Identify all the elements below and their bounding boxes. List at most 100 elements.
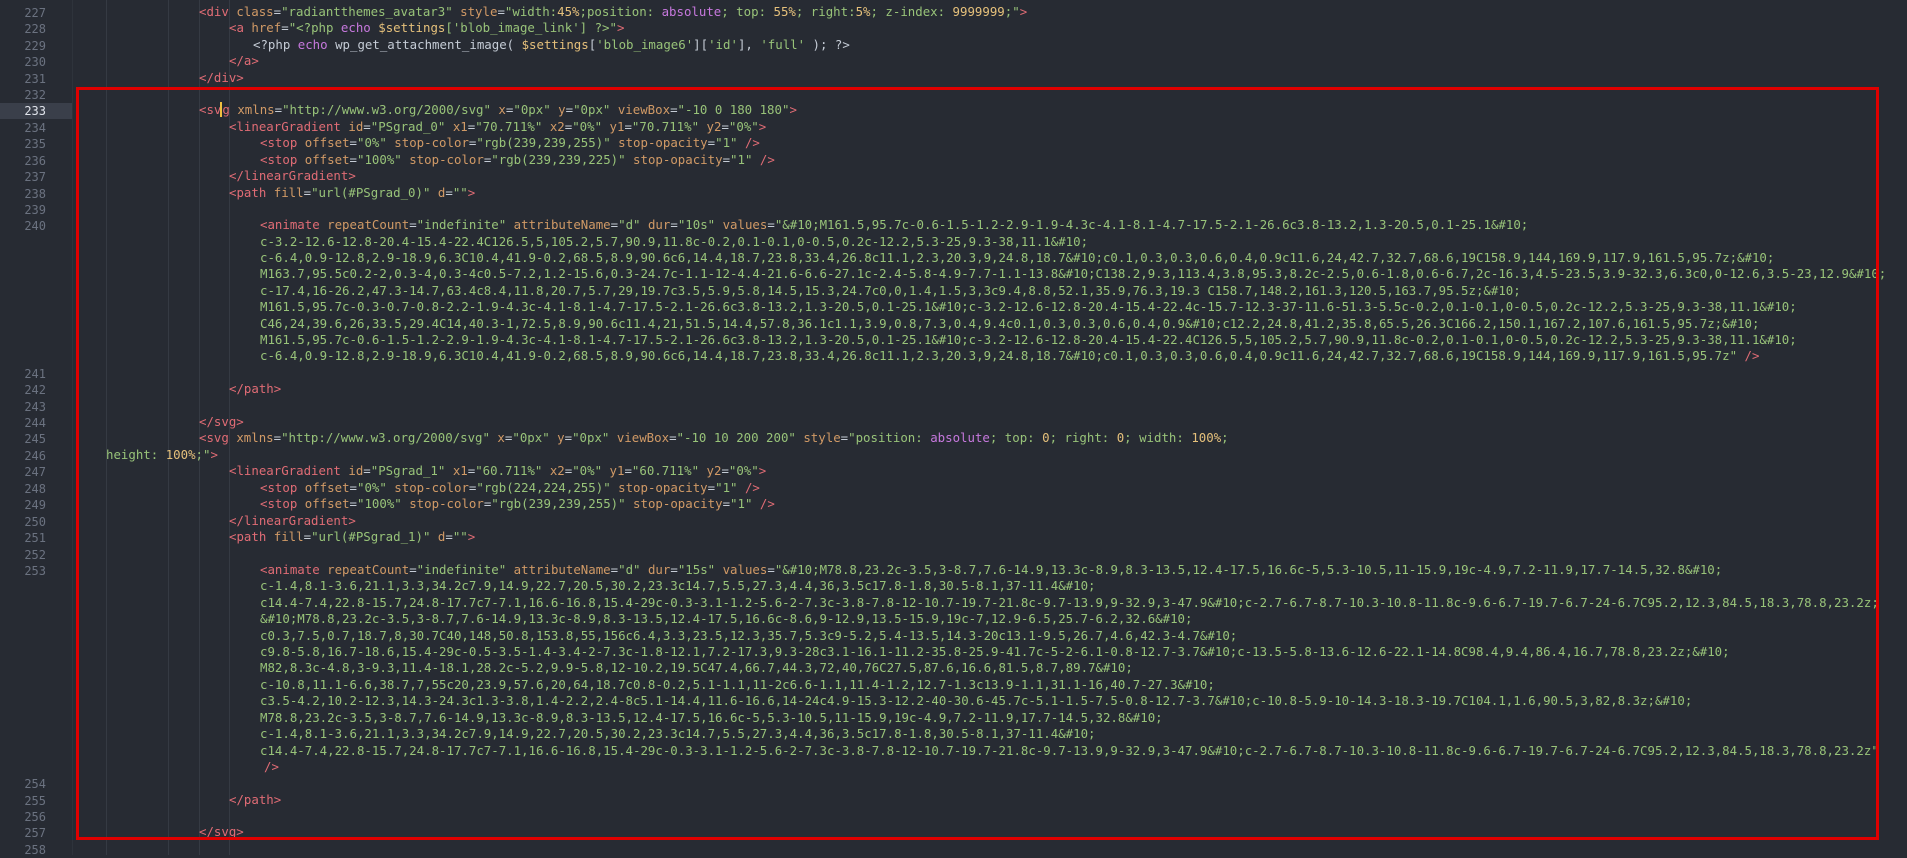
code-line[interactable]: c0.3,7.5,0.7,18.7,8,30.7C40,148,50.8,153… [260, 628, 1237, 644]
code-token: "-10 10 200 200" [676, 430, 796, 445]
code-area[interactable]: <div class="radiantthemes_avatar3" style… [0, 0, 1907, 855]
code-line[interactable]: c9.8-5.8,16.7-18.6,15.4-29c-0.5-3.5-1.4-… [260, 644, 1730, 660]
code-token: "0%" [572, 119, 603, 134]
code-token: </div> [199, 70, 244, 85]
code-line[interactable]: c-10.8,11.1-6.6,38.7,7,55c20,23.9,57.6,2… [260, 677, 1215, 693]
code-token: M78.8,23.2c-3.5,3-8.7,7.6-14.9,13.3c-8.9… [260, 710, 1163, 725]
code-line[interactable]: <?php echo wp_get_attachment_image( $set… [253, 37, 850, 53]
code-token: dur [640, 217, 671, 232]
code-line[interactable]: <svg xmlns="http://www.w3.org/2000/svg" … [199, 102, 797, 118]
code-token: </svg> [199, 824, 244, 839]
code-line[interactable]: </svg> [199, 414, 244, 430]
code-token: stop-opacity [625, 496, 723, 511]
code-line[interactable]: </div> [199, 70, 244, 86]
code-line[interactable]: <stop offset="100%" stop-color="rgb(239,… [260, 152, 775, 168]
code-token: c-17.4,16-26.2,47.3-14.7,63.4c8.4,11.8,2… [260, 283, 1521, 298]
code-line[interactable]: <stop offset="0%" stop-color="rgb(224,22… [260, 480, 760, 496]
code-line[interactable]: <animate repeatCount="indefinite" attrib… [260, 562, 1722, 578]
code-token: "http://www.w3.org/2000/svg" [282, 102, 491, 117]
code-token: 0 [1042, 430, 1050, 445]
code-token: > [758, 119, 767, 134]
code-token: ;position: [579, 4, 662, 19]
code-line[interactable]: <path fill="url(#PSgrad_1)" d=""> [229, 529, 475, 545]
code-line[interactable]: </svg> [199, 824, 244, 840]
code-line[interactable]: c14.4-7.4,22.8-15.7,24.8-17.7c7-7.1,16.6… [260, 743, 1879, 759]
code-editor[interactable]: 227 228 229 230 231 232 233 234 235 236 237 238 239 2… [0, 0, 1907, 857]
code-line[interactable]: C46,24,39.6,26,33.5,29.4C14,40.3-1,72.5,… [260, 316, 1759, 332]
code-line[interactable]: M163.7,95.5c0.2-2,0.3-4,0.3-4c0.5-7.2,1.… [260, 266, 1886, 282]
code-token: "radiantthemes_avatar3" [281, 4, 453, 19]
code-token: viewBox [609, 430, 670, 445]
code-token: "1" [730, 152, 753, 167]
code-token: style [795, 430, 841, 445]
code-line[interactable]: c-3.2-12.6-12.8-20.4-15.4-22.4C126.5,5,1… [260, 234, 1088, 250]
code-line[interactable]: M78.8,23.2c-3.5,3-8.7,7.6-14.9,13.3c-8.9… [260, 710, 1163, 726]
code-line[interactable]: c14.4-7.4,22.8-15.7,24.8-17.7c7-7.1,16.6… [260, 595, 1879, 611]
code-token: y1 [602, 119, 625, 134]
code-token: "" [452, 185, 468, 200]
code-token: > [616, 20, 625, 35]
code-token: 'blob_image6' [596, 37, 694, 52]
code-line[interactable]: c-17.4,16-26.2,47.3-14.7,63.4c8.4,11.8,2… [260, 283, 1521, 299]
code-token: 55% [773, 4, 796, 19]
code-line[interactable]: c-6.4,0.9-12.8,2.9-18.9,6.3C10.4,41.9-0.… [260, 250, 1774, 266]
code-line[interactable]: M161.5,95.7c-0.3-0.7-0.8-2.2-1.9-4.3c-4.… [260, 299, 1797, 315]
code-line[interactable]: </linearGradient> [229, 513, 356, 529]
code-token: <stop [260, 135, 305, 150]
code-line[interactable]: <animate repeatCount="indefinite" attrib… [260, 217, 1528, 233]
code-line[interactable]: c-1.4,8.1-3.6,21.1,3.3,34.2c7.9,14.9,22.… [260, 578, 1096, 594]
code-token: <a [229, 20, 252, 35]
code-token: c-3.2-12.6-12.8-20.4-15.4-22.4C126.5,5,1… [260, 234, 1089, 249]
code-line[interactable]: <stop offset="100%" stop-color="rgb(239,… [260, 496, 775, 512]
code-token: 9999999 [952, 4, 1005, 19]
code-line[interactable]: <a href="<?php echo $settings['blob_imag… [229, 20, 624, 36]
code-line[interactable]: /> [264, 759, 279, 775]
code-line[interactable]: <div class="radiantthemes_avatar3" style… [199, 4, 1027, 20]
code-token: "0%" [357, 135, 387, 150]
code-token: = [670, 562, 678, 577]
code-line[interactable]: </path> [229, 381, 281, 397]
code-token: "0px" [573, 102, 611, 117]
code-token: "70.711%" [631, 119, 700, 134]
code-line[interactable]: </a> [229, 53, 259, 69]
code-line[interactable]: <path fill="url(#PSgrad_0)" d=""> [229, 185, 475, 201]
code-token: = [349, 480, 357, 495]
code-line[interactable]: <stop offset="0%" stop-color="rgb(239,23… [260, 135, 760, 151]
code-line[interactable]: M82,8.3c-4.8,3-9.3,11.4-18.1,28.2c-5.2,9… [260, 660, 1133, 676]
code-line[interactable]: &#10;M78.8,23.2c-3.5,3-8.7,7.6-14.9,13.3… [260, 611, 1192, 627]
code-token: </linearGradient> [229, 168, 356, 183]
code-token: x [490, 102, 506, 117]
code-token: = [624, 463, 632, 478]
code-token: <sv [199, 102, 222, 117]
code-token: attributeName [506, 217, 611, 232]
code-token: <linearGradient [229, 463, 349, 478]
code-token: y2 [699, 119, 722, 134]
code-token: 100% [1191, 430, 1222, 445]
code-token: &#10;M78.8,23.2c-3.5,3-8.7,7.6-14.9,13.3… [260, 611, 1193, 626]
code-line[interactable]: c-6.4,0.9-12.8,2.9-18.9,6.3C10.4,41.9-0.… [260, 348, 1759, 364]
code-token: y2 [699, 463, 722, 478]
code-line[interactable]: <linearGradient id="PSgrad_1" x1="60.711… [229, 463, 766, 479]
code-line[interactable]: c-1.4,8.1-3.6,21.1,3.3,34.2c7.9,14.9,22.… [260, 726, 1096, 742]
code-token: fill [273, 185, 304, 200]
code-token: = [363, 463, 371, 478]
code-line[interactable]: <svg xmlns="http://www.w3.org/2000/svg" … [199, 430, 1229, 446]
code-token: ; right: [795, 4, 856, 19]
code-token: "1" [715, 135, 738, 150]
code-line[interactable]: height: 100%;"> [106, 447, 218, 463]
code-token: stop-opacity [610, 135, 708, 150]
code-token: = [670, 217, 678, 232]
code-token: viewBox [610, 102, 671, 117]
code-line[interactable]: <linearGradient id="PSgrad_0" x1="70.711… [229, 119, 766, 135]
code-token: offset [304, 135, 350, 150]
code-token: = [707, 135, 716, 150]
code-token: "indefinite" [416, 562, 507, 577]
code-token: = [273, 4, 282, 19]
code-line[interactable]: M161.5,95.7c-0.6-1.5-1.2-2.9-1.9-4.3c-4.… [260, 332, 1797, 348]
code-token: x1 [445, 463, 468, 478]
code-line[interactable]: c3.5-4.2,10.2-12.3,14.3-24.3c1.3-3.8,1.4… [260, 693, 1692, 709]
code-token: = [363, 119, 371, 134]
code-token: "d" [618, 562, 641, 577]
code-line[interactable]: </linearGradient> [229, 168, 356, 184]
code-line[interactable]: </path> [229, 792, 281, 808]
